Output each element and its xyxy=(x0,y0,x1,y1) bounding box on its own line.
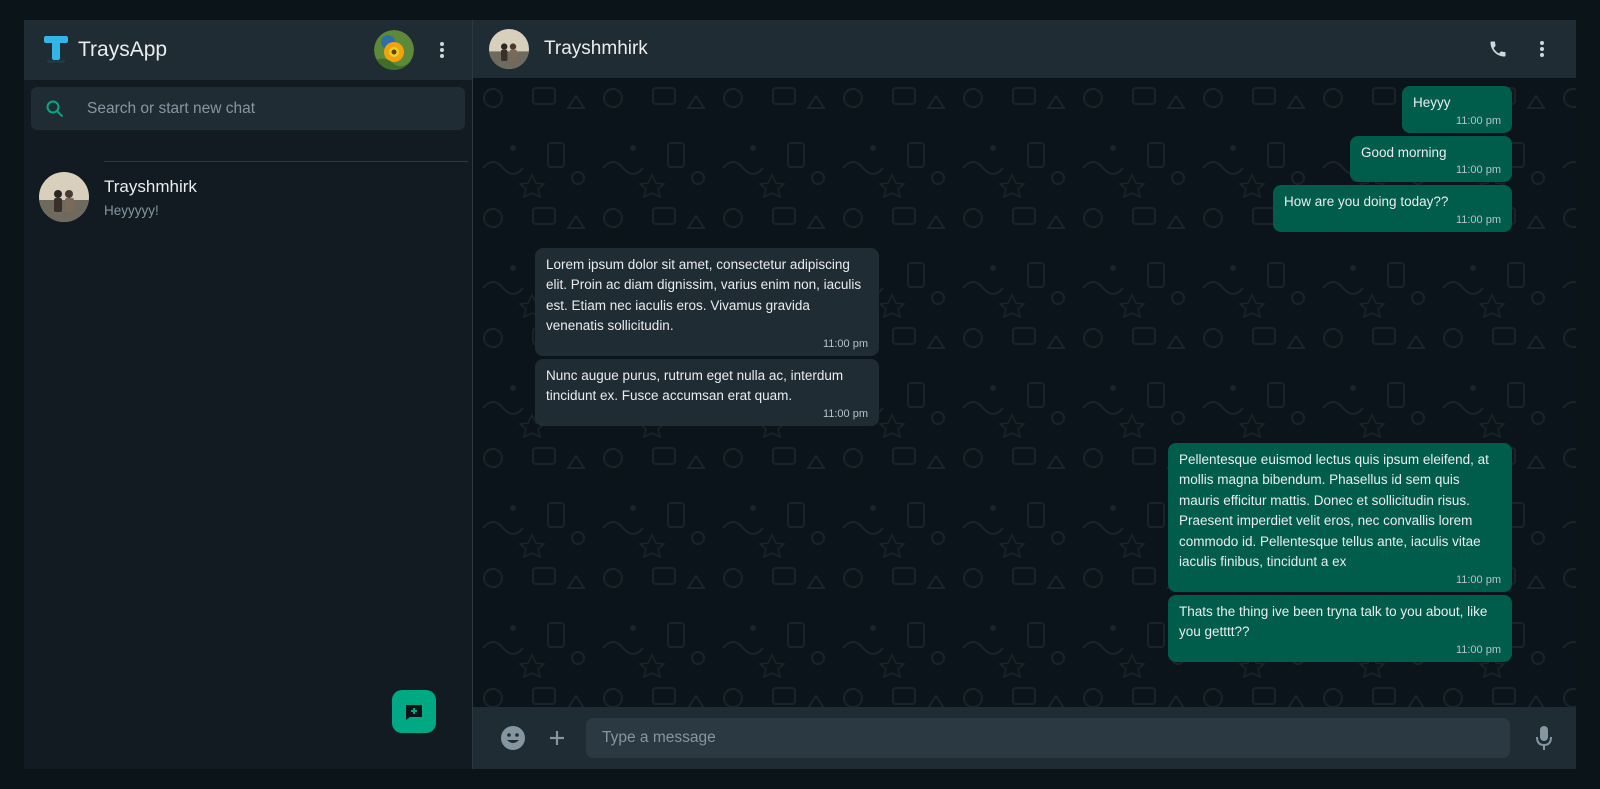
message-time: 11:00 pm xyxy=(822,407,868,420)
chat-list-item[interactable]: Trayshmhirk Heyyyyy! xyxy=(24,162,472,232)
message-time: 11:00 pm xyxy=(1455,643,1501,656)
contact-name[interactable]: Trayshmhirk xyxy=(544,38,1468,60)
app-window: TraysApp Search or start new chat Traysh… xyxy=(24,20,1576,769)
message-input-wrapper xyxy=(586,718,1510,758)
message-text: Good morning xyxy=(1361,144,1447,160)
message-incoming[interactable]: Nunc augue purus, rutrum eget nulla ac, … xyxy=(535,358,879,426)
message-outgoing[interactable]: Heyyy 11:00 pm xyxy=(1402,86,1512,133)
message-text: Pellentesque euismod lectus quis ipsum e… xyxy=(1179,451,1489,570)
attach-button[interactable] xyxy=(543,724,571,752)
search-icon xyxy=(46,100,63,117)
microphone-icon xyxy=(1536,726,1552,750)
conversation-header: Trayshmhirk xyxy=(473,20,1576,78)
message-input[interactable] xyxy=(602,729,1494,747)
message-text: How are you doing today?? xyxy=(1284,194,1449,209)
message-text: Heyyy xyxy=(1413,95,1451,110)
app-title: TraysApp xyxy=(78,38,168,61)
message-text: Thats the thing ive been tryna talk to y… xyxy=(1179,603,1488,640)
chat-list: Trayshmhirk Heyyyyy! xyxy=(24,161,472,232)
sidebar-menu-button[interactable] xyxy=(428,36,456,64)
conversation-panel: Trayshmhirk Heyyy 11:00 pm Good morning … xyxy=(473,20,1576,769)
new-chat-icon xyxy=(406,704,422,720)
emoji-button[interactable] xyxy=(499,724,527,752)
message-incoming[interactable]: Lorem ipsum dolor sit amet, consectetur … xyxy=(535,247,879,356)
plus-icon xyxy=(550,731,564,745)
message-list: Heyyy 11:00 pm Good morning 11:00 pm How… xyxy=(473,78,1576,662)
chat-item-text: Trayshmhirk Heyyyyy! xyxy=(104,177,197,218)
message-group-spacer xyxy=(535,235,1512,248)
message-time: 11:00 pm xyxy=(1455,114,1501,127)
kebab-menu-icon xyxy=(1540,41,1544,57)
message-outgoing[interactable]: How are you doing today?? 11:00 pm xyxy=(1273,185,1512,232)
call-button[interactable] xyxy=(1484,35,1512,63)
chat-item-last-message: Heyyyyy! xyxy=(104,202,159,218)
message-time: 11:00 pm xyxy=(1455,164,1501,176)
sidebar: TraysApp Search or start new chat Traysh… xyxy=(24,20,473,769)
message-area[interactable]: Heyyy 11:00 pm Good morning 11:00 pm How… xyxy=(473,78,1576,707)
message-text: Nunc augue purus, rutrum eget nulla ac, … xyxy=(546,367,844,404)
app-logo-icon xyxy=(44,36,68,63)
new-chat-button[interactable] xyxy=(392,690,436,733)
search-bar xyxy=(31,87,465,130)
contact-avatar[interactable] xyxy=(489,29,529,69)
contact-avatar xyxy=(39,172,89,222)
message-composer xyxy=(473,707,1576,769)
phone-icon xyxy=(1490,41,1506,57)
message-outgoing[interactable]: Thats the thing ive been tryna talk to y… xyxy=(1168,594,1512,662)
chat-item-name: Trayshmhirk xyxy=(104,176,197,196)
message-outgoing[interactable]: Pellentesque euismod lectus quis ipsum e… xyxy=(1168,442,1512,592)
message-time: 11:00 pm xyxy=(1455,573,1501,586)
sidebar-header: TraysApp xyxy=(24,20,472,80)
emoji-icon xyxy=(501,726,525,750)
message-group-spacer xyxy=(535,429,1512,443)
message-outgoing[interactable]: Good morning 11:00 pm xyxy=(1350,135,1512,182)
search-container xyxy=(24,80,472,137)
voice-message-button[interactable] xyxy=(1530,724,1558,752)
kebab-menu-icon xyxy=(440,42,444,58)
conversation-menu-button[interactable] xyxy=(1528,35,1556,63)
my-avatar[interactable] xyxy=(374,30,414,70)
message-time: 11:00 pm xyxy=(822,337,868,350)
search-input[interactable] xyxy=(87,99,451,118)
message-time: 11:00 pm xyxy=(1455,213,1501,226)
message-text: Lorem ipsum dolor sit amet, consectetur … xyxy=(546,256,862,334)
